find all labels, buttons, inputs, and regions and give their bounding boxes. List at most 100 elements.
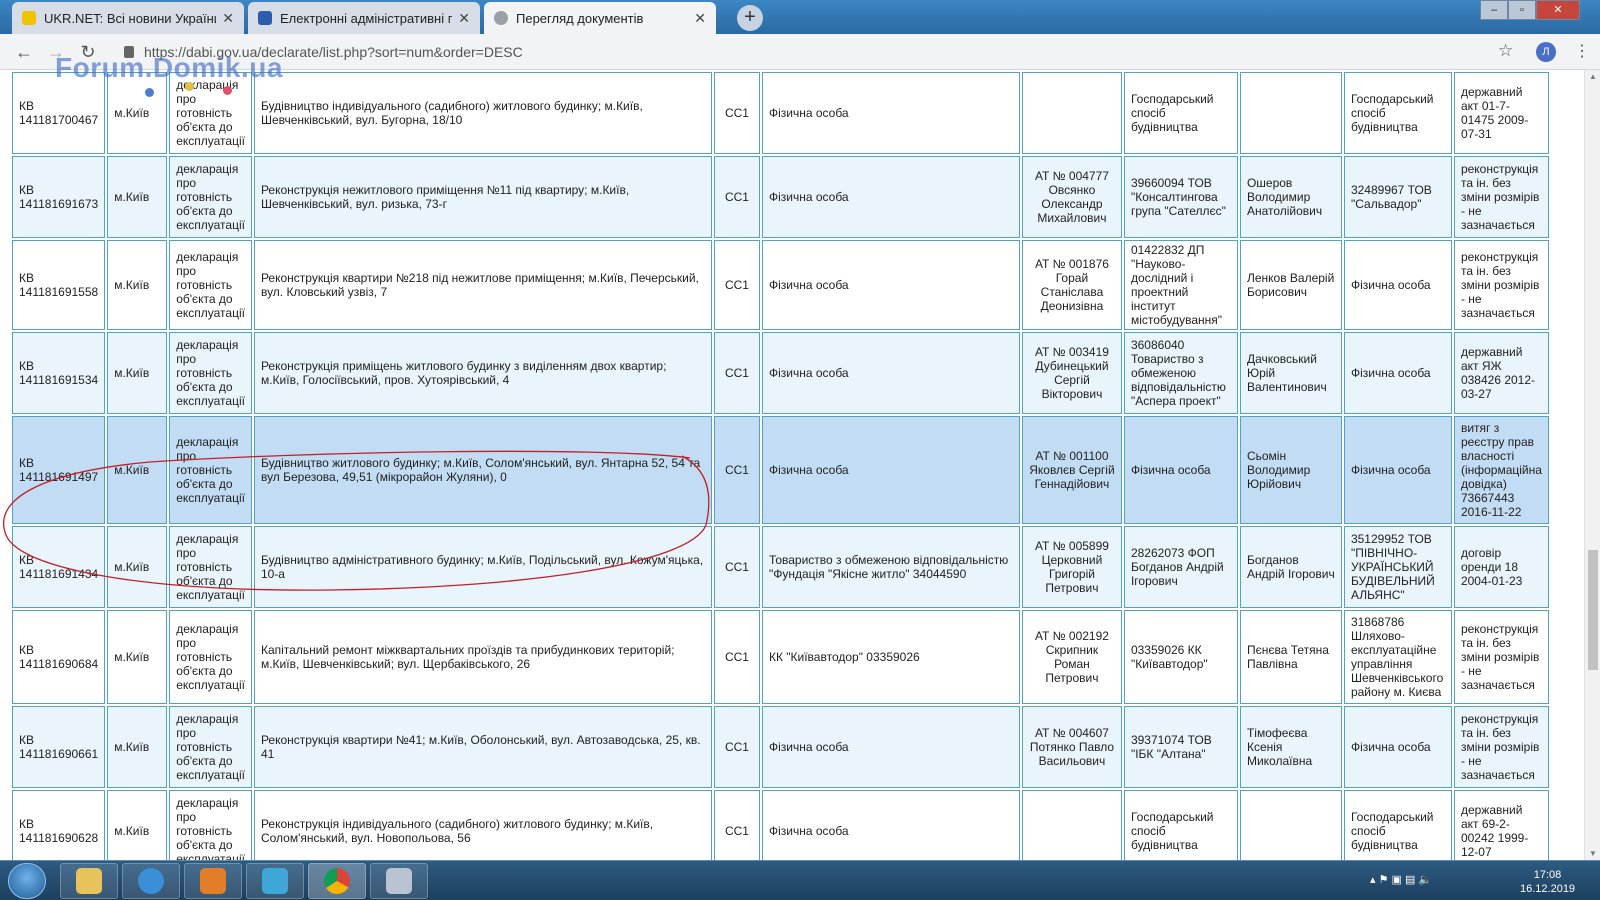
object-name-cell: Реконструкція приміщень житлового будинк… <box>253 332 712 414</box>
general-designer-cell: 39371074 ТОВ "ІБК "Алтана" <box>1123 706 1238 788</box>
ukrnet-favicon-icon <box>22 11 36 25</box>
object-name-cell: Будівництво індивідуального (садибного) … <box>253 72 712 154</box>
page-content: КВ 141181700467 м.Київ декларація про гото… <box>0 70 1584 860</box>
table-row[interactable]: КВ 141181691434 м.Київ декларація про гото… <box>12 526 1549 608</box>
document-type-cell: декларація про готовність об'єкта до екс… <box>169 526 252 608</box>
document-type-cell: декларація про готовність об'єкта до екс… <box>169 332 252 414</box>
table-row[interactable]: КВ 141181691534 м.Київ декларація про гото… <box>12 332 1549 414</box>
contractor-cell: Фізична особа <box>1343 706 1452 788</box>
general-designer-cell: 36086040 Товариство з обмеженою відповід… <box>1123 332 1238 414</box>
scroll-down-icon[interactable]: ▼ <box>1585 849 1600 858</box>
declaration-number-cell: КВ 141181691673 <box>12 156 106 238</box>
contractor-cell: Господарський спосіб будівництва <box>1343 72 1452 154</box>
technical-supervisor-cell <box>1239 790 1342 860</box>
technical-supervisor-cell: Сьомін Володимир Юрійович <box>1239 416 1342 524</box>
scroll-up-icon[interactable]: ▲ <box>1585 72 1600 81</box>
document-type-cell: декларація про готовність об'єкта до екс… <box>169 72 252 154</box>
table-row[interactable]: КВ 141181691558 м.Київ декларація про гото… <box>12 240 1549 330</box>
project-author-cell: АТ № 003419 Дубинецький Сергій Вікторови… <box>1021 332 1122 414</box>
tab-edabi[interactable]: Електронні адміністративні пос ✕ <box>248 2 480 34</box>
city-cell: м.Київ <box>107 240 168 330</box>
media-player-icon <box>200 868 226 894</box>
table-row[interactable]: КВ 141181691673 м.Київ декларація про гото… <box>12 156 1549 238</box>
contractor-cell: Фізична особа <box>1343 416 1452 524</box>
object-name-cell: Реконструкція нежитлового приміщення №11… <box>253 156 712 238</box>
city-cell: м.Київ <box>107 706 168 788</box>
consequence-class-cell: СС1 <box>713 240 760 330</box>
land-document-cell: реконструкція та ін. без зміни розмірів … <box>1453 156 1549 238</box>
windows-taskbar: ▴ ⚑ ▣ ▤ 🔈 17:08 16.12.2019 <box>0 860 1600 900</box>
network-app-icon <box>262 868 288 894</box>
general-designer-cell: 28262073 ФОП Богданов Андрій Ігорович <box>1123 526 1238 608</box>
bookmark-star-icon[interactable]: ☆ <box>1498 41 1513 61</box>
more-menu-icon[interactable]: ⋮ <box>1574 41 1590 61</box>
consequence-class-cell: СС1 <box>713 706 760 788</box>
back-arrow-icon[interactable]: ← <box>12 40 36 64</box>
general-designer-cell: Фізична особа <box>1123 416 1238 524</box>
tab-title: Перегляд документів <box>516 10 644 26</box>
explorer-taskbar-button[interactable] <box>60 863 118 899</box>
contractor-cell: 35129952 ТОВ "ПІВНІЧНО-УКРАЇНСЬКИЙ БУДІВ… <box>1343 526 1452 608</box>
general-designer-cell: 03359026 КК "Київавтодор" <box>1123 610 1238 704</box>
close-tab-icon[interactable]: ✕ <box>458 10 470 27</box>
project-author-cell <box>1021 72 1122 154</box>
table-row[interactable]: КВ 141181690661 м.Київ декларація про гото… <box>12 706 1549 788</box>
table-row[interactable]: КВ 141181690684 м.Київ декларація про гото… <box>12 610 1549 704</box>
city-cell: м.Київ <box>107 790 168 860</box>
window-close-button[interactable]: ✕ <box>1536 0 1580 20</box>
close-tab-icon[interactable]: ✕ <box>694 10 706 27</box>
declaration-number-cell: КВ 141181690661 <box>12 706 106 788</box>
maximize-button[interactable]: ▫ <box>1508 0 1536 20</box>
technical-supervisor-cell: Тімофеєва Ксенія Миколаївна <box>1239 706 1342 788</box>
technical-supervisor-cell: Богданов Андрій Ігорович <box>1239 526 1342 608</box>
consequence-class-cell: СС1 <box>713 790 760 860</box>
table-row[interactable]: КВ 141181700467 м.Київ декларація про гото… <box>12 72 1549 154</box>
document-type-cell: декларація про готовність об'єкта до екс… <box>169 790 252 860</box>
city-cell: м.Київ <box>107 416 168 524</box>
table-row[interactable]: КВ 141181690628 м.Київ декларація про гото… <box>12 790 1549 860</box>
customer-cell: Фізична особа <box>761 416 1020 524</box>
project-author-cell <box>1021 790 1122 860</box>
taskbar-clock[interactable]: 17:08 16.12.2019 <box>1520 868 1575 896</box>
document-type-cell: декларація про готовність об'єкта до екс… <box>169 416 252 524</box>
scrollbar-thumb[interactable] <box>1588 550 1598 670</box>
table-row[interactable]: КВ 141181691497 м.Київ декларація про гото… <box>12 416 1549 524</box>
object-name-cell: Капітальний ремонт міжквартальних проїзд… <box>253 610 712 704</box>
contractor-cell: Господарський спосіб будівництва <box>1343 790 1452 860</box>
paint-taskbar-button[interactable] <box>370 863 428 899</box>
city-cell: м.Київ <box>107 72 168 154</box>
ie-taskbar-button[interactable] <box>122 863 180 899</box>
profile-avatar[interactable]: Л <box>1536 42 1556 62</box>
consequence-class-cell: СС1 <box>713 610 760 704</box>
app-taskbar-button[interactable] <box>246 863 304 899</box>
land-document-cell: державний акт 69-2-00242 1999-12-07 <box>1453 790 1549 860</box>
customer-cell: Товариство з обмеженою відповідальністю … <box>761 526 1020 608</box>
address-bar[interactable]: https://dabi.gov.ua/declarate/list.php?s… <box>114 39 1504 65</box>
land-document-cell: державний акт 01-7-01475 2009-07-31 <box>1453 72 1549 154</box>
consequence-class-cell: СС1 <box>713 332 760 414</box>
system-tray[interactable]: ▴ ⚑ ▣ ▤ 🔈 <box>1370 873 1432 886</box>
technical-supervisor-cell: Ленков Валерій Борисович <box>1239 240 1342 330</box>
city-cell: м.Київ <box>107 332 168 414</box>
new-tab-button[interactable]: + <box>737 5 763 31</box>
land-document-cell: витяг з реєстру прав власності (інформац… <box>1453 416 1549 524</box>
project-author-cell: АТ № 001876 Горай Станіслава Деонизівна <box>1021 240 1122 330</box>
declaration-number-cell: КВ 141181690628 <box>12 790 106 860</box>
internet-explorer-icon <box>138 868 164 894</box>
vertical-scrollbar[interactable]: ▲ ▼ <box>1584 70 1600 860</box>
land-document-cell: договір оренди 18 2004-01-23 <box>1453 526 1549 608</box>
tab-document-view[interactable]: Перегляд документів ✕ <box>484 2 716 34</box>
document-type-cell: декларація про готовність об'єкта до екс… <box>169 240 252 330</box>
land-document-cell: реконструкція та ін. без зміни розмірів … <box>1453 240 1549 330</box>
chrome-icon <box>324 868 350 894</box>
minimize-button[interactable]: ‒ <box>1480 0 1508 20</box>
tab-ukrnet[interactable]: UKR.NET: Всі новини України, ос ✕ <box>12 2 244 34</box>
clock-time: 17:08 <box>1533 869 1562 881</box>
close-tab-icon[interactable]: ✕ <box>222 10 234 27</box>
tab-title: UKR.NET: Всі новини України, ос <box>44 10 216 26</box>
chrome-taskbar-button[interactable] <box>308 863 366 899</box>
declaration-number-cell: КВ 141181700467 <box>12 72 106 154</box>
media-player-taskbar-button[interactable] <box>184 863 242 899</box>
start-button[interactable] <box>8 863 46 899</box>
browser-tab-strip: UKR.NET: Всі новини України, ос ✕ Електр… <box>0 0 1600 34</box>
